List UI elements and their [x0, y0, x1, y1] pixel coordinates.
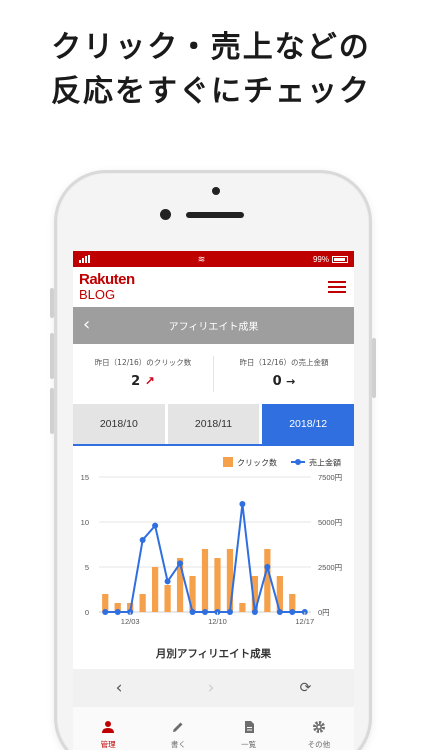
- tab-month-2018-11[interactable]: 2018/11: [167, 404, 260, 444]
- tab-other-label: その他: [307, 740, 331, 749]
- right-axis-tick-label: 7500円: [318, 473, 342, 482]
- clicks-bar: [264, 549, 271, 612]
- sales-label: 昨日（12/16）の売上金額: [239, 358, 329, 367]
- clicks-bar: [214, 558, 221, 612]
- tab-month-2018-10[interactable]: 2018/10: [73, 404, 165, 444]
- sales-value-row: 0 →: [214, 374, 354, 389]
- sales-point: [177, 560, 184, 567]
- clicks-stat: 昨日（12/16）のクリック数 2 ↗: [73, 344, 213, 404]
- x-tick-label: 12/10: [208, 617, 227, 626]
- status-bar: ≋ 99%: [73, 251, 354, 267]
- phone-frame: ≋ 99% Rakuten BLOG ‹ アフィリエイト成果 昨日（12/16）…: [50, 170, 376, 750]
- tab-list-label: 一覧: [241, 740, 257, 749]
- document-icon: [242, 718, 256, 736]
- sales-point: [164, 578, 171, 585]
- next-chevron-icon[interactable]: ›: [208, 678, 215, 698]
- camera-icon: [212, 187, 220, 195]
- tab-other[interactable]: その他: [284, 707, 354, 750]
- left-axis-tick-label: 15: [81, 473, 89, 482]
- battery-indicator: 99%: [313, 255, 348, 264]
- tab-month-2018-12[interactable]: 2018/12: [262, 404, 354, 444]
- clicks-bar: [239, 603, 246, 612]
- front-camera-icon: [160, 209, 171, 220]
- clicks-bar: [139, 594, 146, 612]
- clicks-value-row: 2 ↗: [73, 374, 213, 389]
- sales-point: [289, 609, 296, 615]
- x-tick-label: 12/17: [295, 617, 314, 626]
- clicks-label: 昨日（12/16）のクリック数: [94, 358, 192, 367]
- speaker-grille: [186, 212, 244, 218]
- clicks-bar: [164, 585, 171, 612]
- left-axis-tick-label: 10: [81, 518, 89, 527]
- trend-up-icon: ↗: [144, 374, 155, 388]
- menu-icon[interactable]: [328, 281, 346, 293]
- daily-stats: 昨日（12/16）のクリック数 2 ↗ 昨日（12/16）の売上金額 0 →: [73, 344, 354, 404]
- sales-point: [251, 609, 258, 615]
- app-bar: Rakuten BLOG: [73, 267, 354, 307]
- trend-flat-icon: →: [286, 375, 296, 388]
- chart-pager: ‹ › ⟳: [73, 669, 354, 707]
- phone-volume-up: [50, 333, 54, 379]
- headline-line-1: クリック・売上などの: [51, 30, 371, 65]
- phone-side-button: [50, 288, 54, 318]
- sales-point: [139, 537, 146, 543]
- right-axis-tick-label: 2500円: [318, 563, 342, 572]
- sales-stat: 昨日（12/16）の売上金額 0 →: [213, 356, 354, 392]
- legend-sales-label: 売上金額: [309, 458, 341, 468]
- logo-blog: BLOG: [79, 287, 116, 302]
- x-tick-label: 12/03: [121, 617, 140, 626]
- right-axis-tick-label: 5000円: [318, 518, 342, 527]
- clicks-bar: [201, 549, 209, 612]
- sales-point: [239, 501, 246, 507]
- signal-icon: [79, 255, 90, 263]
- wifi-icon: ≋: [197, 253, 206, 264]
- month-tabs: 2018/10 2018/11 2018/12: [73, 404, 354, 446]
- sales-point: [202, 609, 208, 615]
- chart-title: 月別アフィリエイト成果: [155, 648, 272, 660]
- prev-chevron-icon[interactable]: ‹: [116, 678, 123, 698]
- left-axis-tick-label: 0: [85, 608, 89, 617]
- back-chevron-icon[interactable]: ‹: [83, 314, 90, 335]
- left-axis-tick-label: 5: [85, 563, 89, 572]
- sales-point: [226, 609, 233, 615]
- sales-point: [102, 609, 109, 615]
- clicks-value: 2: [131, 374, 141, 389]
- sales-value: 0: [272, 374, 282, 389]
- refresh-icon[interactable]: ⟳: [300, 680, 312, 696]
- gear-icon: [312, 718, 326, 736]
- page-header: ‹ アフィリエイト成果: [73, 307, 354, 344]
- legend-clicks-label: クリック数: [237, 458, 277, 468]
- logo-rakuten: Rakuten: [79, 271, 135, 288]
- phone-power-button: [372, 338, 376, 398]
- app-screen: ≋ 99% Rakuten BLOG ‹ アフィリエイト成果 昨日（12/16）…: [73, 251, 354, 750]
- battery-percent: 99%: [312, 254, 329, 264]
- right-axis-tick-label: 0円: [318, 608, 330, 617]
- affiliate-chart: クリック数 売上金額 0 5 10 15 0円 2500円 5000円 7500円 12/03 12/…: [81, 457, 342, 626]
- rakuten-blog-logo[interactable]: Rakuten BLOG: [79, 272, 135, 302]
- phone-volume-down: [50, 388, 54, 434]
- tab-write[interactable]: 書く: [143, 707, 213, 750]
- tab-list[interactable]: 一覧: [214, 707, 284, 750]
- sales-point: [152, 522, 159, 529]
- legend-sales-marker: [295, 459, 301, 465]
- tab-write-label: 書く: [170, 740, 186, 749]
- bottom-tab-bar: 管理 書く 一覧 その他: [73, 707, 354, 750]
- sales-point: [276, 609, 283, 615]
- sales-point: [114, 609, 121, 615]
- tab-manage-label: 管理: [100, 740, 116, 749]
- pencil-icon: [171, 718, 185, 736]
- sales-point: [189, 609, 196, 615]
- legend-clicks-swatch: [223, 457, 233, 467]
- promo-headline: クリック・売上などの 反応をすぐにチェック: [0, 26, 422, 114]
- sales-point: [264, 564, 271, 570]
- clicks-bar: [152, 567, 159, 612]
- clicks-bar: [226, 549, 234, 612]
- page-title: アフィリエイト成果: [168, 322, 259, 333]
- headline-line-2: 反応をすぐにチェック: [51, 74, 371, 109]
- tab-manage[interactable]: 管理: [73, 707, 143, 750]
- battery-icon: [332, 255, 348, 263]
- person-icon: [101, 718, 115, 736]
